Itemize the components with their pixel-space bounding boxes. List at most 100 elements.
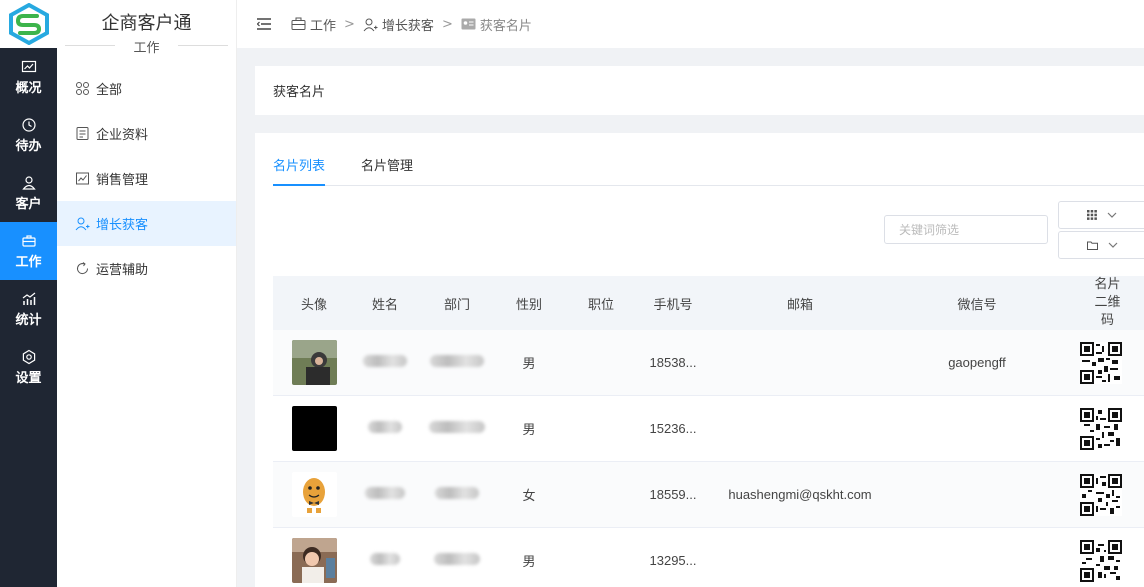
gear-icon (22, 349, 35, 364)
document-icon (76, 127, 89, 140)
sidebar-item-sales[interactable]: 销售管理 (57, 156, 236, 201)
name-redacted (365, 487, 405, 499)
main-card: 名片列表 名片管理 头像 姓名 部门 性别 职位 手机号 邮箱 微信号 名片二维… (255, 133, 1144, 587)
header-position: 职位 (587, 297, 614, 313)
avatar (291, 538, 337, 583)
sidebar-item-label: 运营辅助 (96, 263, 149, 278)
app-title: 企商客户通 (101, 13, 192, 34)
sales-chart-icon (76, 172, 89, 185)
rail-item-settings[interactable]: 设置 (0, 338, 57, 396)
clock-icon (21, 117, 36, 132)
folder-dropdown[interactable] (1058, 231, 1144, 259)
sidebar-item-all[interactable]: 全部 (57, 66, 236, 111)
folder-icon (1087, 241, 1098, 250)
grid-icon (76, 82, 89, 95)
breadcrumb-work[interactable]: 工作 (310, 15, 336, 34)
tab-card-management[interactable]: 名片管理 (361, 155, 413, 186)
email-cell: huashengmi@qskht.com (728, 487, 872, 502)
rail-label: 待办 (15, 138, 42, 154)
tab-card-list[interactable]: 名片列表 (273, 155, 326, 186)
qr-code[interactable] (1079, 341, 1122, 384)
header-email: 邮箱 (786, 297, 813, 313)
breadcrumb-separator: > (441, 16, 453, 32)
header-phone: 手机号 (653, 297, 693, 313)
name-redacted (370, 553, 400, 565)
breadcrumb: 工作 > 增长获客 > 获客名片 (291, 15, 532, 34)
header-avatar: 头像 (300, 297, 327, 313)
department-redacted (435, 487, 479, 499)
department-redacted (434, 553, 480, 565)
breadcrumb-separator: > (344, 16, 355, 32)
table-row[interactable]: 女 18559... huashengmi@qskht.com (273, 462, 1144, 528)
section-title: 工作 (57, 37, 236, 56)
table-row[interactable]: 男 18538... gaopengff (273, 330, 1144, 396)
rail-label: 统计 (15, 312, 42, 328)
rail-item-customer[interactable]: 客户 (0, 164, 57, 222)
page-header-card: 获客名片 (255, 66, 1144, 115)
id-card-icon (461, 18, 476, 30)
top-bar: 工作 > 增长获客 > 获客名片 (237, 0, 1144, 48)
briefcase-icon (21, 234, 36, 247)
avatar (291, 406, 337, 451)
avatar (291, 340, 337, 385)
phone-cell: 13295... (649, 553, 697, 568)
rail-item-todo[interactable]: 待办 (0, 106, 57, 164)
name-redacted (363, 355, 407, 367)
breadcrumb-current: 获客名片 (479, 18, 532, 34)
header-department: 部门 (443, 297, 470, 313)
chevron-down-icon (1108, 242, 1118, 248)
gender-cell: 男 (522, 422, 536, 437)
qr-code[interactable] (1079, 407, 1122, 450)
briefcase-icon (291, 17, 306, 30)
card-table: 头像 姓名 部门 性别 职位 手机号 邮箱 微信号 名片二维码 男 18538.… (273, 276, 1144, 587)
view-grid-dropdown[interactable] (1058, 201, 1144, 229)
user-icon (21, 175, 36, 190)
sidebar-item-label: 增长获客 (96, 218, 149, 233)
gender-cell: 男 (522, 554, 536, 569)
logo-icon (8, 3, 49, 45)
sidebar-header: 企商客户通 工作 (57, 0, 236, 60)
qr-code[interactable] (1079, 473, 1122, 516)
user-plus-icon (363, 18, 378, 31)
page-title: 获客名片 (273, 85, 326, 100)
table-header: 头像 姓名 部门 性别 职位 手机号 邮箱 微信号 名片二维码 (273, 276, 1144, 330)
search-input[interactable] (884, 215, 1048, 244)
rail-item-stats[interactable]: 统计 (0, 280, 57, 338)
sidebar-item-growth[interactable]: 增长获客 (57, 201, 236, 246)
breadcrumb-growth[interactable]: 增长获客 (382, 15, 434, 34)
gender-cell: 男 (522, 356, 536, 371)
chart-icon (21, 60, 36, 72)
department-redacted (429, 421, 485, 433)
collapse-menu-icon[interactable] (257, 18, 271, 30)
header-wechat: 微信号 (957, 297, 997, 313)
header-qrcode: 名片二维码 (1057, 276, 1144, 330)
tab-bar: 名片列表 名片管理 (273, 155, 1144, 186)
gender-cell: 女 (522, 488, 536, 503)
app-logo[interactable] (0, 0, 57, 48)
avatar (291, 472, 337, 517)
sidebar-item-label: 销售管理 (96, 173, 149, 188)
table-row[interactable]: 男 15236... (273, 396, 1144, 462)
bars-icon (22, 292, 35, 305)
rail-item-overview[interactable]: 概况 (0, 48, 57, 106)
table-row[interactable]: 男 13295... (273, 528, 1144, 587)
refresh-icon (77, 262, 89, 275)
sidebar-item-label: 企业资料 (96, 128, 149, 143)
department-redacted (430, 355, 484, 367)
chevron-down-icon (1107, 212, 1117, 218)
phone-cell: 15236... (649, 421, 697, 436)
rail-label: 设置 (15, 370, 42, 386)
sidebar-item-operations[interactable]: 运营辅助 (57, 246, 236, 291)
qr-code[interactable] (1079, 539, 1122, 582)
wechat-cell: gaopengff (948, 355, 1006, 370)
user-plus-icon (75, 217, 90, 231)
sidebar: 企商客户通 工作 全部 企业资料 销售管理 增长获客 运营辅助 (57, 0, 237, 587)
grid-icon (1087, 210, 1097, 220)
rail-item-work[interactable]: 工作 (0, 222, 57, 280)
name-redacted (368, 421, 402, 433)
header-name: 姓名 (371, 297, 398, 313)
rail-label: 客户 (15, 196, 42, 212)
rail-label: 概况 (15, 80, 42, 96)
phone-cell: 18538... (649, 355, 697, 370)
sidebar-item-company-info[interactable]: 企业资料 (57, 111, 236, 156)
